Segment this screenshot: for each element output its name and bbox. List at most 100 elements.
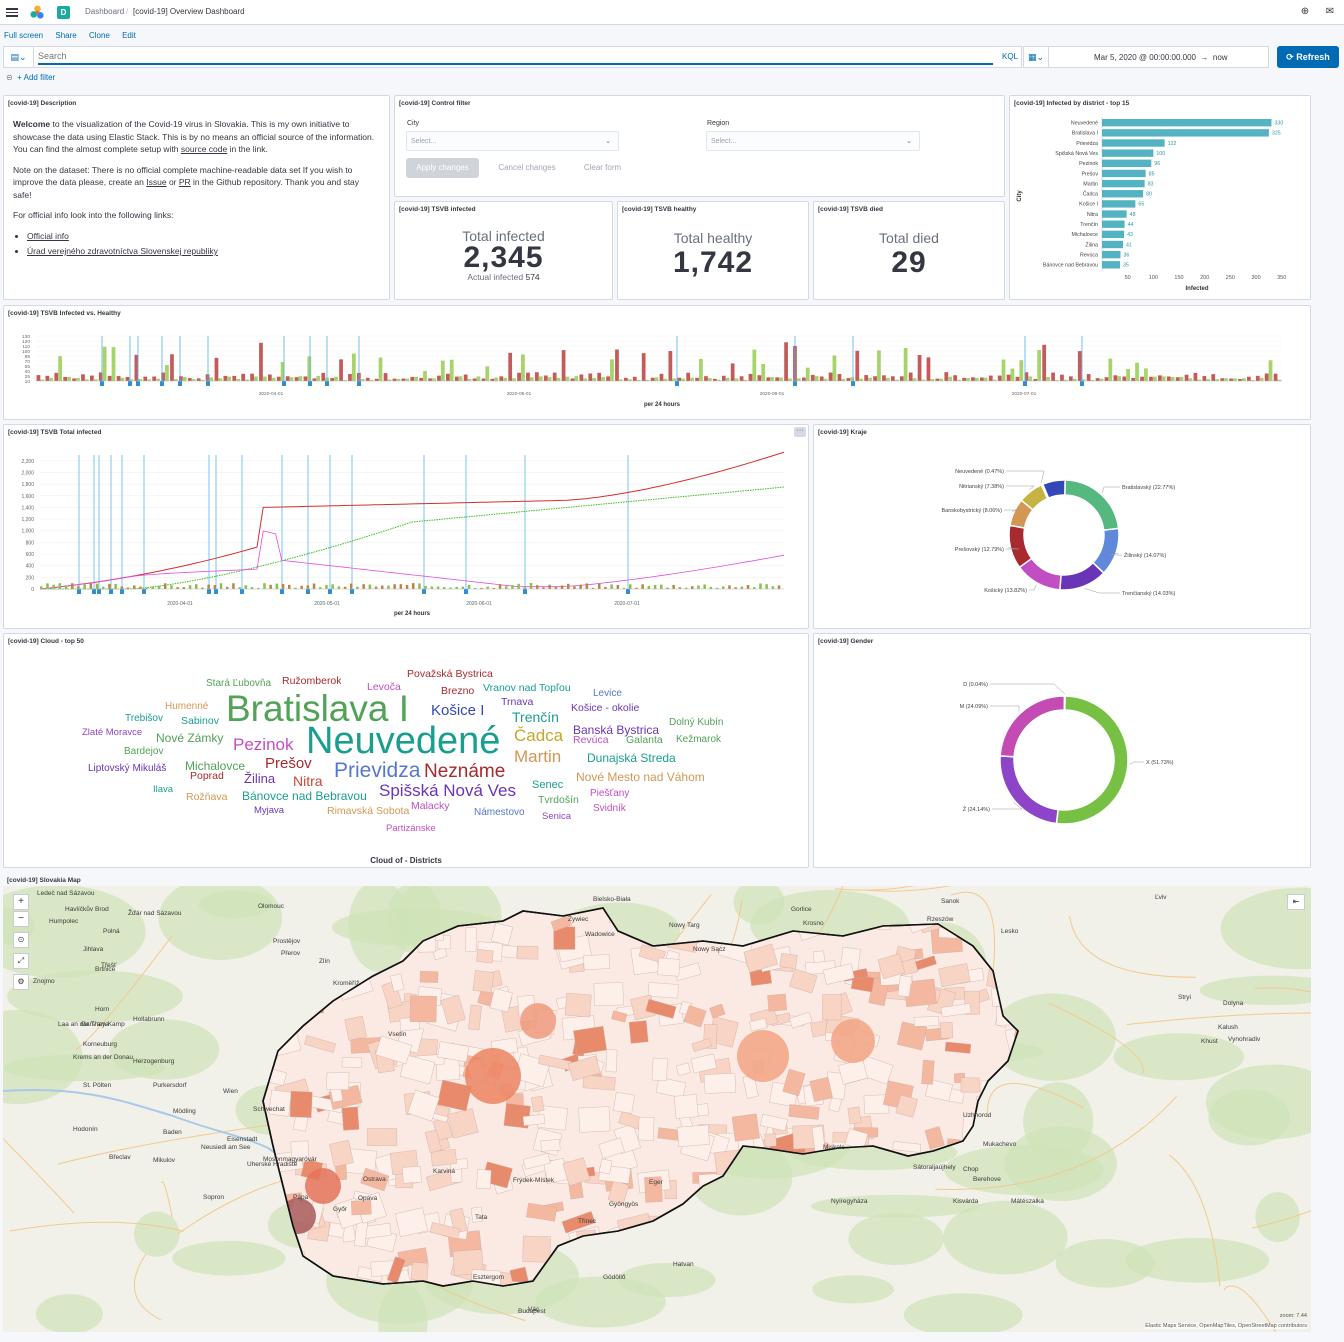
cloud-word[interactable]: Tvrdošín (538, 795, 579, 806)
kibana-logo-icon[interactable] (30, 5, 45, 20)
cloud-word[interactable]: Svidník (593, 804, 626, 814)
map-canvas[interactable] (3, 886, 1311, 1332)
cloud-panel: [covid-19] Cloud - top 50 Neuvedené Brati… (3, 633, 809, 868)
cancel-changes-button[interactable]: Cancel changes (491, 158, 563, 178)
cloud-word[interactable]: Myjava (254, 806, 284, 816)
healthy-bar (1028, 376, 1033, 381)
date-range[interactable]: Mar 5, 2020 @ 00:00:00.000 → now (1094, 53, 1228, 62)
cloud-word[interactable]: Piešťany (590, 789, 629, 799)
layer-toc-icon[interactable]: ⇤ (1287, 894, 1305, 910)
zoom-in-button[interactable]: + (13, 894, 29, 910)
add-filter-label[interactable]: + Add filter (17, 73, 55, 82)
region-select[interactable]: Select... ⌄ (706, 131, 920, 151)
official-info-link[interactable]: Official info (27, 231, 69, 241)
cloud-word[interactable]: Nové Mesto nad Váhom (576, 771, 705, 783)
date-picker[interactable]: ▦⌄ Mar 5, 2020 @ 00:00:00.000 → now (1023, 46, 1269, 68)
share-link[interactable]: Share (55, 31, 76, 40)
cloud-word[interactable]: Levice (593, 689, 622, 699)
infected-bar (775, 377, 780, 381)
cloud-word[interactable]: Bardejov (124, 747, 163, 757)
cloud-word[interactable]: Pezinok (233, 736, 293, 753)
cloud-word[interactable]: Námestovo (474, 808, 525, 818)
cloud-word[interactable]: Čadca (514, 727, 563, 744)
source-code-link[interactable]: source code (181, 144, 227, 154)
cloud-word[interactable]: Prievidza (334, 760, 420, 781)
cloud-word[interactable]: Senica (542, 812, 571, 822)
pr-link[interactable]: PR (179, 177, 191, 187)
search-input[interactable] (38, 49, 993, 65)
cloud-word[interactable]: Senec (532, 780, 563, 791)
annotation-marker (142, 589, 146, 594)
date-from[interactable]: Mar 5, 2020 @ 00:00:00.000 (1094, 53, 1196, 62)
zoom-out-button[interactable]: − (13, 911, 29, 927)
cloud-word[interactable]: Ilava (153, 785, 173, 795)
cloud-word[interactable]: Martin (514, 748, 561, 765)
cloud-word[interactable]: Dunajská Streda (587, 752, 676, 764)
cloud-word[interactable]: Rožňava (186, 792, 227, 803)
refresh-button[interactable]: ⟳ Refresh (1277, 46, 1339, 68)
uvzsr-link[interactable]: Úrad verejného zdravotníctva Slovenskej … (27, 246, 218, 256)
reset-view-icon[interactable]: ⊙ (13, 932, 29, 948)
cloud-word[interactable]: Poprad (190, 771, 224, 782)
cloud-word[interactable]: Sabinov (181, 716, 219, 727)
map-place-label: Žďár nad Sázavou (128, 910, 182, 917)
cloud-word[interactable]: Brezno (441, 686, 474, 697)
cloud-word[interactable]: Nitra (293, 774, 323, 788)
breadcrumb-dashboard[interactable]: Dashboard (85, 7, 124, 16)
tools-icon[interactable]: ⚙ (13, 974, 29, 990)
cloud-word[interactable]: Partizánske (386, 824, 436, 834)
cloud-word[interactable]: Spišská Nová Ves (379, 782, 516, 799)
help-icon[interactable]: ⊕ (1299, 6, 1311, 18)
kql-toggle[interactable]: KQL (1002, 52, 1018, 61)
cloud-word[interactable]: Považská Bystrica (407, 669, 493, 680)
healthy-bar (574, 376, 579, 381)
healthy-bar (885, 377, 890, 381)
cloud-word[interactable]: Prešov (265, 756, 312, 771)
space-avatar[interactable]: D (57, 6, 70, 19)
healthy-bar (1001, 359, 1006, 381)
city-select[interactable]: Select... ⌄ (406, 131, 619, 151)
cloud-word[interactable]: Humenné (165, 702, 208, 712)
date-to[interactable]: now (1213, 53, 1228, 62)
cloud-word[interactable]: Trenčín (512, 710, 559, 724)
cloud-word[interactable]: Galanta (626, 735, 663, 746)
slovakia-map[interactable]: Ledeč nad Sázavou Havlíčkův Brod Žďár nad … (3, 886, 1311, 1332)
cloud-word[interactable]: Dolný Kubín (669, 718, 723, 728)
cloud-word[interactable]: Malacky (411, 801, 450, 812)
clone-link[interactable]: Clone (89, 31, 110, 40)
edit-link[interactable]: Edit (122, 31, 136, 40)
cloud-word[interactable]: Bánovce nad Bebravou (242, 790, 367, 802)
cloud-word[interactable]: Rimavská Sobota (327, 806, 409, 817)
cloud-word[interactable]: Žilina (244, 772, 275, 785)
cloud-word[interactable]: Ružomberok (282, 676, 342, 687)
full-screen-link[interactable]: Full screen (4, 31, 43, 40)
cloud-word[interactable]: Neznáme (424, 762, 505, 781)
daily-bar (703, 584, 706, 589)
apply-changes-button[interactable]: Apply changes (406, 158, 479, 178)
add-filter[interactable]: ⊝ + Add filter (6, 73, 55, 82)
cloud-word[interactable]: Stará Ľubovňa (206, 679, 271, 689)
draw-bounds-icon[interactable]: ⤢ (13, 953, 29, 969)
clear-form-button[interactable]: Clear form (575, 158, 630, 178)
mail-icon[interactable]: ✉ (1324, 6, 1336, 18)
cloud-word[interactable]: Liptovský Mikuláš (88, 764, 166, 774)
or-text: or (166, 177, 179, 187)
saved-query-icon[interactable]: ▤⌄ (4, 47, 34, 67)
issue-link[interactable]: Issue (146, 177, 166, 187)
healthy-bar (734, 378, 739, 381)
cloud-word[interactable]: Levoča (367, 682, 401, 693)
cloud-word[interactable]: Nové Zámky (156, 732, 223, 744)
menu-icon[interactable] (6, 6, 18, 18)
cloud-word[interactable]: Revúca (573, 735, 609, 746)
cloud-word[interactable]: Košice I (431, 703, 484, 718)
cloud-word[interactable]: Košice - okolie (571, 703, 639, 714)
cloud-word[interactable]: Vranov nad Topľou (483, 683, 571, 694)
cloud-word[interactable]: Kežmarok (676, 735, 721, 745)
cloud-word[interactable]: Bratislava I (226, 690, 409, 727)
cloud-word[interactable]: Trnava (501, 697, 533, 708)
calendar-icon[interactable]: ▦⌄ (1024, 47, 1049, 67)
daily-bar (362, 584, 365, 589)
cloud-word[interactable]: Zlaté Moravce (82, 728, 142, 738)
map-attribution[interactable]: Elastic Maps Service, OpenMapTiles, Open… (1145, 1323, 1307, 1329)
cloud-word[interactable]: Trebišov (125, 714, 163, 724)
